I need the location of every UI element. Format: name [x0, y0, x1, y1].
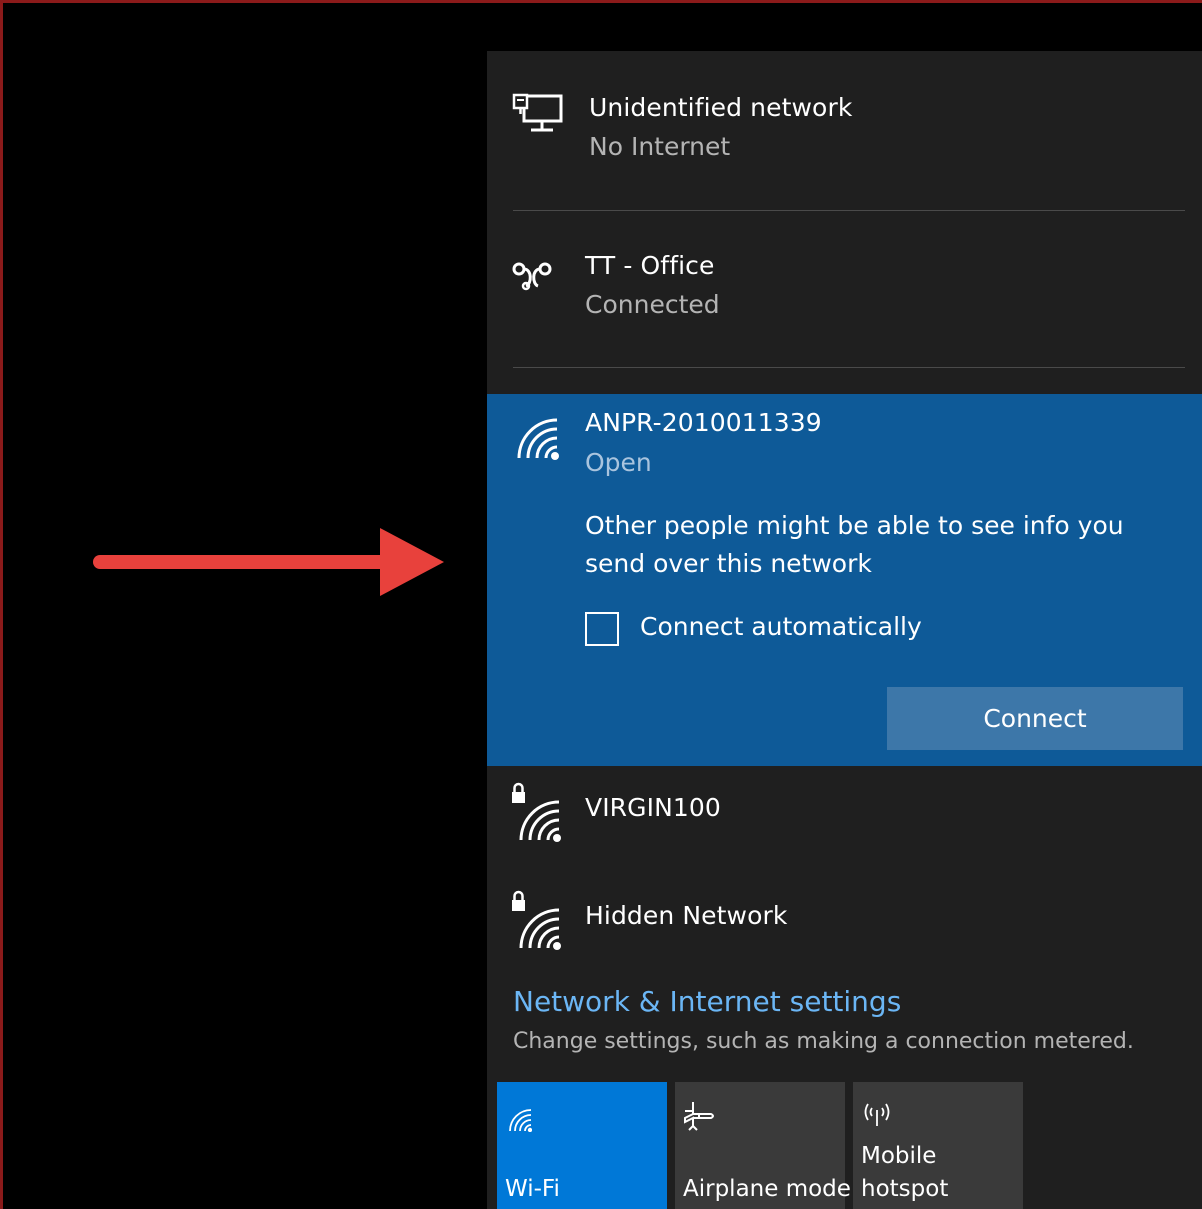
network-item-virgin100[interactable]: VIRGIN100 — [487, 766, 1202, 874]
connect-automatically-checkbox[interactable] — [585, 612, 619, 646]
security-warning: Other people might be able to see info y… — [585, 511, 1124, 578]
network-name: VIRGIN100 — [585, 793, 721, 822]
wifi-signal-icon — [517, 418, 559, 460]
network-item-anpr-selected[interactable]: ANPR-2010011339 Open Other people might … — [487, 394, 1202, 766]
network-name: Hidden Network — [585, 901, 788, 930]
wifi-secured-icon — [512, 782, 561, 842]
hotspot-icon — [864, 1103, 890, 1126]
ethernet-monitor-icon — [512, 93, 563, 132]
divider — [513, 367, 1185, 368]
network-settings-link[interactable]: Network & Internet settings — [513, 985, 901, 1018]
connect-automatically-label[interactable]: Connect automatically — [640, 612, 922, 641]
wifi-toggle-tile[interactable]: Wi-Fi — [497, 1082, 667, 1209]
network-settings-description: Change settings, such as making a connec… — [513, 1029, 1134, 1054]
airplane-mode-tile[interactable]: Airplane mode — [675, 1082, 851, 1209]
network-name: ANPR-2010011339 — [585, 408, 822, 437]
dialup-vpn-icon — [512, 262, 552, 291]
airplane-icon — [684, 1102, 714, 1131]
network-flyout: Unidentified network No Internet TT - Of… — [487, 51, 1202, 1209]
tile-label: Mobile — [861, 1143, 937, 1169]
tile-label: Wi-Fi — [505, 1176, 560, 1202]
mobile-hotspot-tile[interactable]: Mobile hotspot — [853, 1082, 1023, 1209]
network-item-hidden[interactable]: Hidden Network — [487, 874, 1202, 982]
annotation-arrow — [93, 528, 444, 596]
tile-label: hotspot — [861, 1176, 949, 1202]
network-status: No Internet — [589, 132, 731, 161]
network-name: TT - Office — [585, 251, 715, 280]
network-item-unidentified[interactable]: Unidentified network No Internet — [487, 51, 1202, 211]
network-status: Connected — [585, 290, 720, 319]
network-status: Open — [585, 448, 652, 477]
network-item-tt-office[interactable]: TT - Office Connected — [487, 211, 1202, 368]
wifi-icon — [509, 1109, 532, 1132]
network-name: Unidentified network — [589, 93, 853, 122]
wifi-secured-icon — [512, 890, 561, 950]
connect-button[interactable]: Connect — [887, 687, 1183, 750]
tile-label: Airplane mode — [683, 1176, 851, 1202]
